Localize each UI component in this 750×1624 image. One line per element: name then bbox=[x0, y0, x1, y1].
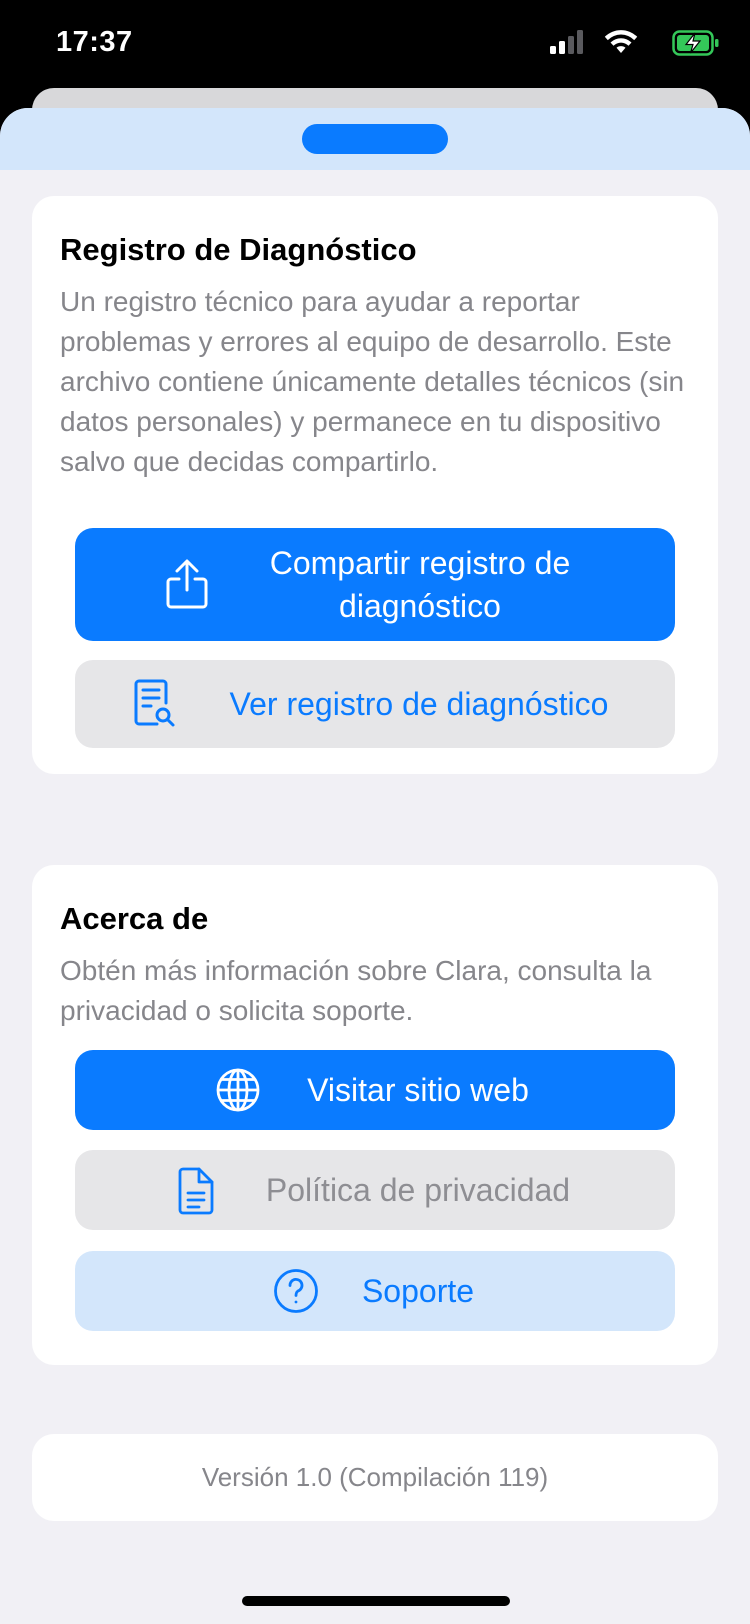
privacy-policy-button[interactable]: Política de privacidad bbox=[75, 1150, 675, 1230]
share-log-button[interactable]: Compartir registro de diagnóstico bbox=[75, 528, 675, 641]
document-icon bbox=[177, 1167, 215, 1215]
wifi-icon bbox=[604, 30, 638, 53]
question-circle-icon bbox=[273, 1268, 319, 1314]
sheet-grabber[interactable] bbox=[302, 124, 448, 154]
globe-icon bbox=[215, 1067, 261, 1113]
support-label: Soporte bbox=[361, 1272, 475, 1309]
view-log-label: Ver registro de diagnóstico bbox=[229, 685, 609, 722]
support-button[interactable]: Soporte bbox=[75, 1251, 675, 1331]
visit-website-label: Visitar sitio web bbox=[307, 1071, 529, 1108]
diagnostics-card: Registro de Diagnóstico Un registro técn… bbox=[32, 196, 718, 774]
visit-website-button[interactable]: Visitar sitio web bbox=[75, 1050, 675, 1130]
privacy-policy-label: Política de privacidad bbox=[265, 1171, 571, 1208]
diagnostics-title: Registro de Diagnóstico bbox=[60, 232, 417, 267]
home-indicator bbox=[242, 1596, 510, 1606]
battery-charging-icon bbox=[672, 30, 719, 56]
sheet-header bbox=[0, 108, 750, 170]
about-description: Obtén más información sobre Clara, consu… bbox=[60, 955, 652, 1026]
status-time: 17:37 bbox=[56, 26, 133, 58]
share-icon bbox=[165, 558, 209, 610]
version-text: Versión 1.0 (Compilación 119) bbox=[201, 1462, 549, 1492]
settings-sheet: Registro de Diagnóstico Un registro técn… bbox=[0, 108, 750, 1624]
view-log-button[interactable]: Ver registro de diagnóstico bbox=[75, 660, 675, 748]
version-card: Versión 1.0 (Compilación 119) bbox=[32, 1434, 718, 1521]
about-title: Acerca de bbox=[60, 901, 209, 936]
share-log-label: Compartir registro de diagnóstico bbox=[269, 544, 571, 624]
document-search-icon bbox=[133, 679, 177, 729]
diagnostics-description: Un registro técnico para ayudar a report… bbox=[60, 286, 685, 477]
status-bar: 17:37 bbox=[0, 0, 750, 90]
about-card: Acerca de Obtén más información sobre Cl… bbox=[32, 865, 718, 1365]
cellular-signal-icon bbox=[550, 30, 583, 54]
